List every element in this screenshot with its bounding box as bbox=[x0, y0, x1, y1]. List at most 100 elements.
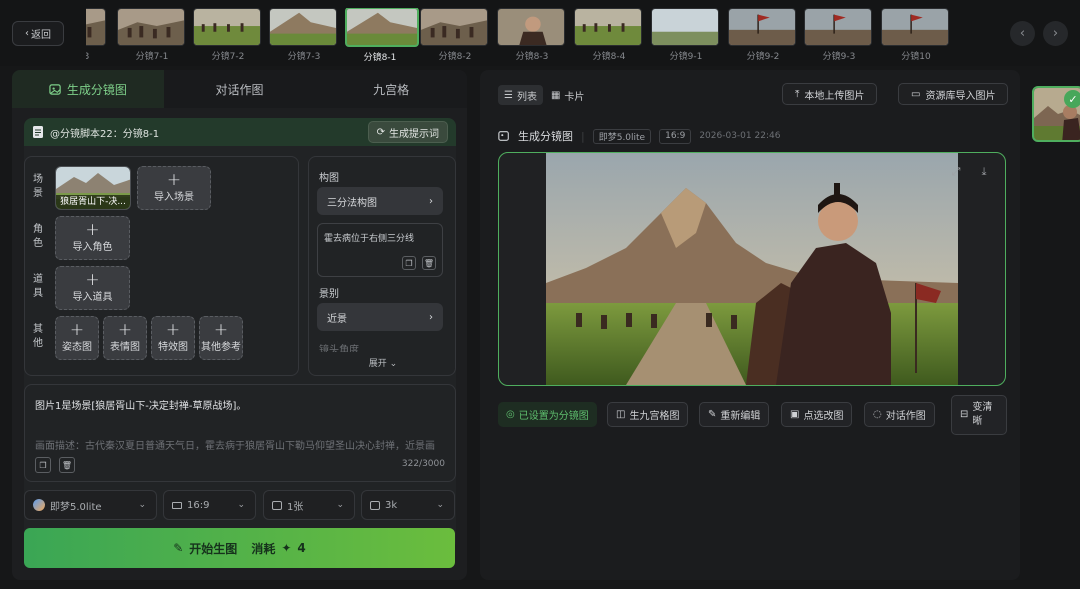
storyboard-thumbnail[interactable]: 分镜7-3 bbox=[269, 8, 339, 62]
chevron-right-icon: › bbox=[429, 195, 433, 207]
effect-reference-button[interactable]: + 特效图 bbox=[151, 316, 195, 360]
image-icon bbox=[272, 500, 282, 510]
resolution-value: 3k bbox=[385, 499, 398, 511]
result-header: 生成分镜图 | 即梦5.0lite 16:9 2026-03-01 22:46 bbox=[498, 128, 780, 144]
thumbnail-label: 分镜8-4 bbox=[592, 52, 626, 62]
thumbnail-image bbox=[651, 8, 719, 46]
next-arrow-button[interactable]: › bbox=[1043, 21, 1068, 46]
trash-icon[interactable]: 🗑 bbox=[59, 457, 75, 473]
storyboard-thumbnail[interactable]: 分镜7-2 bbox=[193, 8, 263, 62]
tab-dialog[interactable]: 对话作图 bbox=[163, 70, 316, 108]
action-label: 点选改图 bbox=[803, 411, 844, 422]
dialog-draw-button[interactable]: ◌ 对话作图 bbox=[864, 402, 935, 427]
nine-grid-button[interactable]: ◫ 生九宫格图 bbox=[607, 402, 689, 427]
tab-label: 九宫格 bbox=[373, 82, 410, 97]
prompt-textarea[interactable]: 图片1是场景[狼居胥山下-决定封禅-草原战场]。 画面描述：古代秦汉夏日普通天气… bbox=[24, 384, 456, 482]
composition-value: 三分法构图 bbox=[327, 197, 377, 209]
re-edit-button[interactable]: ✎ 重新编辑 bbox=[699, 402, 770, 427]
thumbnail-image bbox=[269, 8, 337, 46]
image-edit-icon: ▣ bbox=[790, 409, 800, 420]
import-role-button[interactable]: + 导入角色 bbox=[55, 216, 130, 260]
composition-note[interactable]: 霍去病位于右侧三分线 ❐ 🗑 bbox=[317, 223, 443, 277]
import-prop-button[interactable]: + 导入道具 bbox=[55, 266, 130, 310]
storyboard-thumbnail[interactable]: 分镜9-1 bbox=[651, 8, 721, 62]
storyboard-thumbnail[interactable]: 分镜8-1 bbox=[345, 8, 419, 63]
view-list-button[interactable]: ☰ 列表 bbox=[498, 85, 543, 105]
shot-value: 近景 bbox=[327, 313, 347, 325]
expression-reference-button[interactable]: + 表情图 bbox=[103, 316, 147, 360]
thumbnail-label: 分镜8-3 bbox=[515, 52, 549, 62]
count-select[interactable]: 1张 ⌄ bbox=[263, 490, 355, 520]
prompt-text: 图片1是场景[狼居胥山下-决定封禅-草原战场]。 bbox=[35, 401, 247, 412]
storyboard-thumbnail[interactable]: 分镜8-4 bbox=[574, 8, 644, 62]
thumbnail-label: 分镜9-2 bbox=[746, 52, 780, 62]
plus-icon: + bbox=[166, 170, 182, 190]
other-reference-button[interactable]: + 其他参考 bbox=[199, 316, 243, 360]
back-button[interactable]: ‹ 返回 bbox=[12, 21, 64, 46]
composition-select[interactable]: 三分法构图 › bbox=[317, 187, 443, 215]
composition-note-text: 霍去病位于右侧三分线 bbox=[324, 234, 415, 244]
plus-icon: + bbox=[85, 220, 100, 240]
set-as-storyboard-button[interactable]: ◎ 已设置为分镜图 bbox=[498, 402, 597, 427]
scene-thumbnail[interactable]: 狼居胥山下-决... bbox=[55, 166, 131, 210]
pose-reference-button[interactable]: + 姿态图 bbox=[55, 316, 99, 360]
tab-generate[interactable]: 生成分镜图 bbox=[12, 70, 164, 108]
model-logo-icon bbox=[33, 499, 45, 511]
action-label: 重新编辑 bbox=[720, 411, 761, 422]
thumbnail-image bbox=[497, 8, 565, 46]
generated-image bbox=[546, 153, 958, 385]
storyboard-thumbnail[interactable]: 分镜10 bbox=[881, 8, 951, 62]
resolution-select[interactable]: 3k ⌄ bbox=[361, 490, 455, 520]
back-label: 返回 bbox=[31, 30, 51, 41]
row-label-prop: 道具 bbox=[33, 274, 43, 299]
cost-value: 4 bbox=[297, 541, 306, 555]
upload-local-button[interactable]: ⤒ 本地上传图片 bbox=[782, 83, 878, 105]
import-prop-label: 导入道具 bbox=[72, 292, 113, 303]
prompt-description: 画面描述：古代秦汉夏日普通天气日，霍去病于狼居胥山下勒马仰望圣山决心封禅，近景画 bbox=[35, 441, 435, 452]
left-panel: 生成分镜图 对话作图 九宫格 @分镜脚本22：分镜8-1 ⟳ 生成提示词 场景 bbox=[12, 70, 467, 580]
ratio-select[interactable]: 16:9 ⌄ bbox=[163, 490, 256, 520]
storyboard-thumbnail[interactable]: 分镜6-3 bbox=[86, 8, 108, 62]
generate-card: @分镜脚本22：分镜8-1 ⟳ 生成提示词 场景 狼居胥山下-决... + 导入… bbox=[24, 118, 456, 550]
point-edit-button[interactable]: ▣ 点选改图 bbox=[781, 402, 853, 427]
trash-icon[interactable]: 🗑 bbox=[422, 256, 436, 270]
chevron-double-down-icon: ⌄ bbox=[389, 359, 398, 369]
import-scene-label: 导入场景 bbox=[154, 192, 194, 203]
thumbnail-image bbox=[345, 8, 419, 47]
prev-arrow-button[interactable]: ‹ bbox=[1010, 21, 1035, 46]
copy-icon[interactable]: ❐ bbox=[402, 256, 416, 270]
thumbnail-image bbox=[881, 8, 949, 46]
view-card-button[interactable]: ▦ 卡片 bbox=[545, 85, 590, 105]
import-scene-button[interactable]: + 导入场景 bbox=[137, 166, 211, 210]
check-icon: ✓ bbox=[1064, 90, 1080, 108]
plus-icon: + bbox=[165, 320, 181, 340]
enhance-clarity-button[interactable]: ⊟ 变清晰 bbox=[951, 395, 1007, 435]
history-thumbnail[interactable]: ✓ bbox=[1032, 86, 1080, 142]
copy-icon[interactable]: ❐ bbox=[35, 457, 51, 473]
tab-grid[interactable]: 九宫格 bbox=[315, 70, 467, 108]
expand-button[interactable]: 展开 ⌄ bbox=[309, 352, 455, 369]
storyboard-thumbnail[interactable]: 分镜8-3 bbox=[497, 8, 567, 62]
shot-title: 景别 bbox=[319, 289, 339, 300]
thumbnail-image bbox=[728, 8, 796, 46]
expand-icon[interactable]: ⤢ bbox=[947, 163, 965, 181]
storyboard-thumbnail[interactable]: 分镜7-1 bbox=[117, 8, 187, 62]
thumbnail-label: 分镜9-3 bbox=[822, 52, 856, 62]
resolution-icon bbox=[370, 500, 380, 510]
list-icon: ☰ bbox=[504, 89, 513, 101]
shot-select[interactable]: 近景 › bbox=[317, 303, 443, 331]
storyboard-thumbnail[interactable]: 分镜9-3 bbox=[804, 8, 874, 62]
other-reference-label: 其他参考 bbox=[201, 342, 241, 353]
generate-prompt-button[interactable]: ⟳ 生成提示词 bbox=[367, 121, 448, 143]
expand-label: 展开 bbox=[368, 359, 387, 369]
import-library-button[interactable]: ▭ 资源库导入图片 bbox=[898, 83, 1009, 105]
storyboard-thumbnail[interactable]: 分镜8-2 bbox=[420, 8, 490, 62]
timestamp: 2026-03-01 22:46 bbox=[699, 131, 781, 141]
start-generate-button[interactable]: ✎ 开始生图 消耗 ✦ 4 bbox=[24, 528, 455, 568]
storyboard-thumbnail[interactable]: 分镜9-2 bbox=[728, 8, 798, 62]
generated-image-preview[interactable]: ⤢ ⤓ bbox=[498, 152, 1006, 386]
refresh-icon: ⟳ bbox=[376, 126, 385, 138]
download-icon[interactable]: ⤓ bbox=[975, 163, 993, 181]
thumbnail-label: 分镜8-1 bbox=[363, 53, 397, 63]
model-select[interactable]: 即梦5.0lite ⌄ bbox=[24, 490, 157, 520]
